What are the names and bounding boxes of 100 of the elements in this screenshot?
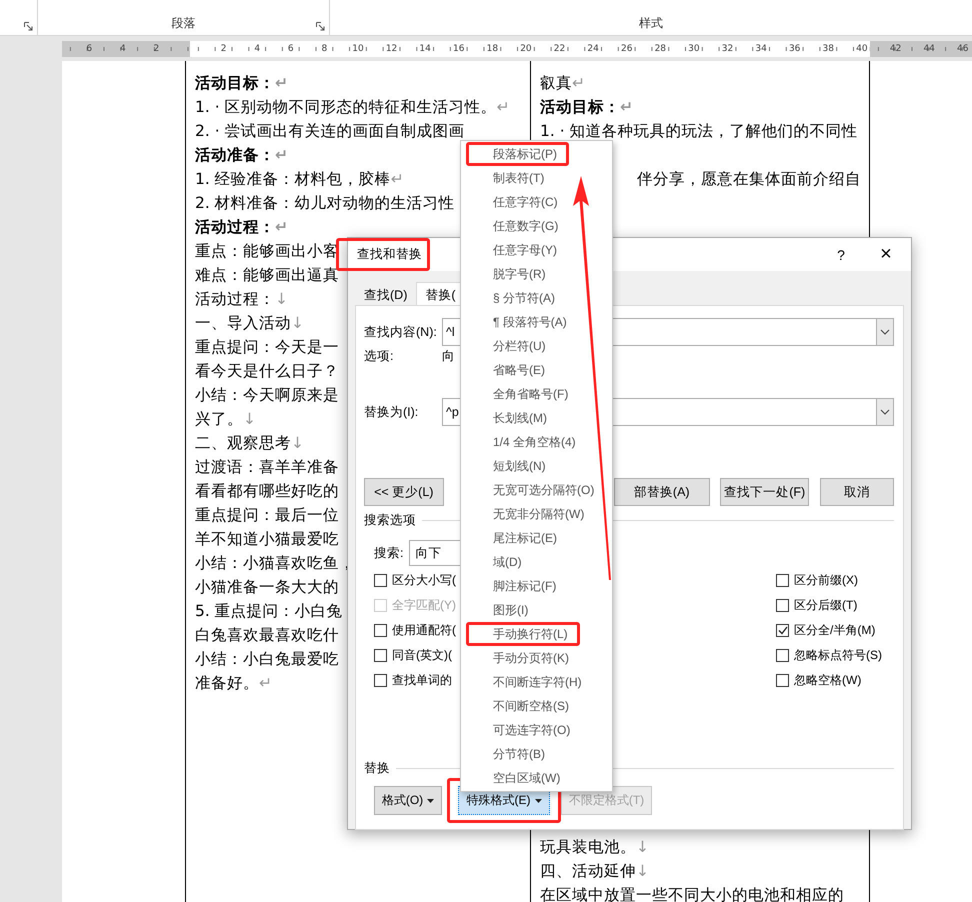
section-title: 替换 (364, 760, 390, 776)
ruler-number: 26 (620, 44, 634, 54)
ruler-number: 2 (220, 44, 228, 54)
document-line: 重点：能够画出小客 (195, 241, 339, 262)
document-line: 兴了。↓ (195, 409, 256, 430)
option-checkbox[interactable]: 忽略空格(W) (776, 668, 894, 693)
document-line: 重点提问：今天是一 (195, 337, 339, 358)
document-line: 四、活动延伸↓ (540, 861, 649, 882)
document-line: 一、导入活动↓ (195, 313, 304, 334)
document-line: 活动过程：↓ (195, 289, 288, 310)
dialog-tab[interactable]: 查找(D) (355, 282, 416, 305)
ruler-number: 18 (486, 44, 500, 54)
menu-item[interactable]: 脚注标记(F) (461, 574, 612, 598)
field-label: 替换为(I): (364, 404, 420, 420)
menu-item[interactable]: 省略号(E) (461, 358, 612, 382)
menu-item[interactable]: 1/4 全角空格(4) (461, 430, 612, 454)
dialog-button[interactable]: 查找下一处(F) (720, 478, 810, 506)
document-line: 1. · 知道各种玩具的玩法，了解他们的不同性 (540, 121, 858, 142)
ruler-number: 30 (687, 44, 701, 54)
menu-item[interactable]: 任意字符(C) (461, 190, 612, 214)
ruler-number: 38 (822, 44, 835, 54)
field-label: 选项: (364, 348, 394, 364)
ruler-number: 24 (586, 44, 600, 54)
menu-item[interactable]: 无宽可选分隔符(O) (461, 478, 612, 502)
ruler-number: 28 (654, 44, 668, 54)
menu-item[interactable]: 不间断空格(S) (461, 694, 612, 718)
document-line: 小猫准备一条大大的 (195, 577, 339, 598)
document-line: 2. 材料准备：幼儿对动物的生活习性 (195, 193, 455, 214)
menu-item[interactable]: 无宽非分隔符(W) (461, 502, 612, 526)
document-line: 看看都有哪些好吃的 (195, 481, 339, 502)
menu-item[interactable]: 任意数字(G) (461, 214, 612, 238)
ruler-number: 42 (888, 44, 902, 54)
document-line: 过渡语：喜羊羊准备 (195, 457, 339, 478)
document-line: 1. 经验准备：材料包，胶棒↵ (195, 169, 404, 190)
ruler-number: 32 (720, 44, 734, 54)
dialog-launcher-icon[interactable] (316, 22, 325, 31)
ruler-number: 4 (253, 44, 262, 54)
dialog-button[interactable]: 取消 (820, 478, 894, 506)
document-line: 重点提问：最后一位 (195, 505, 339, 526)
document-line: 5. 重点提问：小白兔 (195, 601, 343, 622)
ruler-number: 44 (922, 44, 936, 54)
document-line: 1. · 区别动物不同形态的特征和生活习性。↵ (195, 97, 510, 118)
ruler-number: 2 (152, 44, 160, 54)
ruler-number: 14 (418, 44, 432, 54)
ruler-number: 20 (519, 44, 533, 54)
ruler-number: 40 (855, 44, 869, 54)
document-line: 小结：今天啊原来是 (195, 385, 339, 406)
ruler-number: 6 (286, 44, 295, 54)
checkmark-icon (778, 626, 788, 635)
ruler-number: 36 (788, 44, 802, 54)
document-line: 活动目标：↵ (540, 97, 633, 118)
menu-item[interactable]: 图形(I) (461, 598, 612, 622)
menu-item[interactable]: 手动换行符(L) (466, 622, 580, 646)
caret-icon (427, 798, 434, 802)
option-checkbox[interactable]: 区分前缀(X) (776, 568, 894, 593)
document-line: 伴分享，愿意在集体面前介绍自 (637, 169, 861, 190)
document-line: 活动目标：↵ (195, 73, 288, 94)
dialog-title: 查找和替换 (336, 238, 430, 271)
field-label: 查找内容(N): (364, 324, 438, 340)
section-title: 搜索选项 (364, 512, 416, 528)
document-line: 活动过程：↵ (195, 217, 288, 238)
document-line: 2. · 尝试画出有关连的画面自制成图画 (195, 121, 465, 142)
close-button[interactable]: × (863, 243, 909, 266)
ruler-number: 16 (452, 44, 466, 54)
document-line: 白兔喜欢最喜欢吃什 (195, 625, 339, 646)
menu-item[interactable]: 分节符(B) (461, 742, 612, 766)
document-line: 看今天是什么日子？ (195, 361, 339, 382)
caret-icon (534, 798, 542, 802)
chevron-icon (880, 409, 890, 415)
ruler-number: 10 (351, 44, 365, 54)
menu-item[interactable]: 短划线(N) (461, 454, 612, 478)
menu-item[interactable]: 任意字母(Y) (461, 238, 612, 262)
option-checkbox[interactable]: 忽略标点符号(S) (776, 643, 894, 668)
field-label: 搜索: (374, 544, 404, 562)
dialog-button[interactable]: 部替换(A) (614, 478, 710, 506)
dialog-launcher-icon[interactable] (24, 22, 33, 31)
document-line: 活动准备：↵ (195, 145, 288, 166)
option-checkbox[interactable]: 区分后缀(T) (776, 593, 894, 618)
options-value: 向 (442, 348, 455, 364)
ruler-number: 8 (320, 44, 328, 54)
option-checkbox[interactable]: 区分全/半角(M) (776, 618, 894, 643)
menu-item[interactable]: 不间断连字符(H) (461, 670, 612, 694)
document-line: 难点：能够画出逼真 (195, 265, 339, 286)
menu-item[interactable]: 段落标记(P) (466, 142, 569, 166)
dialog-button[interactable]: << 更少(L) (364, 478, 444, 506)
ruler-number: 12 (384, 44, 398, 54)
document-line: 二、观察思考↓ (195, 433, 304, 454)
help-button[interactable]: ? (819, 246, 863, 262)
group-label: 样式 (639, 15, 663, 32)
document-line: 小结：小白兔最爱吃 (195, 649, 339, 670)
ruler-number: 22 (552, 44, 566, 54)
menu-item[interactable]: 制表符(T) (461, 166, 612, 190)
ruler-number: 34 (754, 44, 768, 54)
menu-item[interactable]: 可选连字符(O) (461, 718, 612, 742)
format-button[interactable]: 格式(O) (374, 786, 442, 815)
document-line: 羊不知道小猫最爱吃 (195, 529, 339, 550)
document-line: 叡真↵ (540, 73, 585, 94)
document-line: 玩具装电池。↓ (540, 837, 649, 858)
menu-item[interactable]: 手动分页符(K) (461, 646, 612, 670)
ruler-number: 4 (118, 44, 127, 54)
